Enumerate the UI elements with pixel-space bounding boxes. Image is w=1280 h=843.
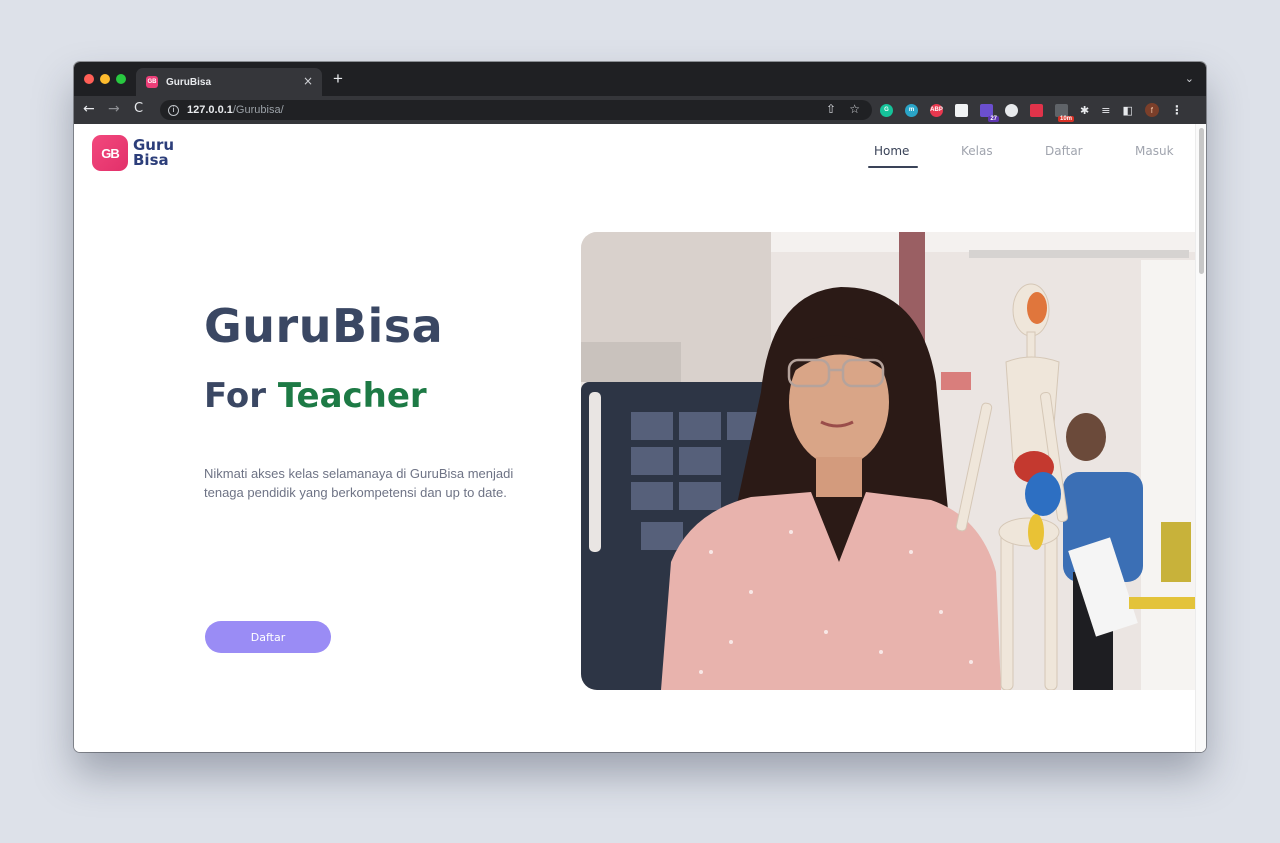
tab-gurubisa[interactable]: GB GuruBisa × <box>136 68 322 96</box>
red-extension-icon[interactable] <box>1030 103 1043 117</box>
info-icon[interactable]: i <box>168 104 179 116</box>
adblock-plus-label: ABP <box>930 107 943 113</box>
tab-search-icon[interactable]: ⌄ <box>1185 72 1194 85</box>
extension-badge: 10m <box>1057 115 1074 122</box>
profile-avatar[interactable]: f <box>1144 103 1159 117</box>
new-tab-button[interactable]: + <box>333 70 343 88</box>
hero-subtitle: For Teacher <box>204 376 427 416</box>
close-tab-icon[interactable]: × <box>303 74 313 88</box>
hero-photo <box>581 232 1195 690</box>
notes-extension-icon[interactable] <box>955 103 968 117</box>
timer-extension-icon[interactable]: 10m <box>1055 103 1074 122</box>
url-path: /Gurubisa/ <box>232 104 284 116</box>
zoom-window-button[interactable] <box>116 74 126 84</box>
forward-arrow-icon[interactable]: → <box>108 100 120 118</box>
favicon-icon: GB <box>146 76 158 88</box>
browser-window: GB GuruBisa × + ⌄ ← → C i 127.0.0.1/Guru… <box>74 62 1206 752</box>
logo-badge: GB <box>92 135 128 171</box>
url-host: 127.0.0.1 <box>187 104 233 116</box>
side-panel-icon[interactable]: ◧ <box>1122 104 1132 117</box>
hero-title: GuruBisa <box>204 299 444 353</box>
extensions-row: G m ABP 27 10m ✱ ≡ ◧ f ⋮ <box>880 103 1183 122</box>
minimize-window-button[interactable] <box>100 74 110 84</box>
reload-icon[interactable]: C <box>134 100 143 118</box>
m-extension-icon[interactable]: m <box>905 103 918 117</box>
hero-description: Nikmati akses kelas selamanaya di GuruBi… <box>204 466 514 500</box>
nav-masuk[interactable]: Masuk <box>1135 144 1174 158</box>
purple-extension-icon[interactable]: 27 <box>980 103 999 122</box>
student-with-skeleton-image <box>581 232 1195 690</box>
close-window-button[interactable] <box>84 74 94 84</box>
nav-daftar[interactable]: Daftar <box>1045 144 1083 158</box>
page-scrollbar[interactable] <box>1195 124 1206 752</box>
nav-home[interactable]: Home <box>874 144 909 158</box>
share-icon[interactable]: ⇧ <box>826 102 836 116</box>
hero-subtitle-prefix: For <box>204 376 266 416</box>
tab-title: GuruBisa <box>166 76 212 88</box>
grammarly-icon[interactable]: G <box>880 103 893 117</box>
globe-extension-icon[interactable] <box>1005 103 1018 117</box>
extension-badge: 27 <box>988 115 999 122</box>
gurubisa-logo[interactable]: GB Guru Bisa <box>92 135 174 171</box>
logo-line-2: Bisa <box>133 151 169 169</box>
scrollbar-thumb[interactable] <box>1199 128 1204 274</box>
adblock-plus-icon[interactable]: ABP <box>930 103 943 117</box>
puzzle-extensions-icon[interactable]: ✱ <box>1080 104 1089 117</box>
logo-wordmark: Guru Bisa <box>133 138 174 168</box>
web-page: GB Guru Bisa Home Kelas Daftar Masuk Gur… <box>74 124 1206 752</box>
hero-subtitle-accent: Teacher <box>277 376 427 416</box>
bookmark-star-icon[interactable]: ☆ <box>849 102 860 116</box>
daftar-button[interactable]: Daftar <box>205 621 331 653</box>
tab-strip: GB GuruBisa × + ⌄ <box>74 62 1206 96</box>
active-nav-indicator <box>868 166 918 168</box>
browser-toolbar: ← → C i 127.0.0.1/Gurubisa/ ⇧ ☆ G m ABP … <box>74 96 1206 124</box>
address-bar[interactable]: i 127.0.0.1/Gurubisa/ ⇧ ☆ <box>160 100 872 120</box>
back-arrow-icon[interactable]: ← <box>83 100 95 118</box>
grammarly-label: G <box>884 107 889 113</box>
nav-kelas[interactable]: Kelas <box>961 144 993 158</box>
more-menu-icon[interactable]: ⋮ <box>1171 103 1183 117</box>
url-text[interactable]: 127.0.0.1/Gurubisa/ <box>187 104 284 116</box>
reading-list-icon[interactable]: ≡ <box>1101 104 1110 117</box>
m-extension-label: m <box>908 107 915 113</box>
